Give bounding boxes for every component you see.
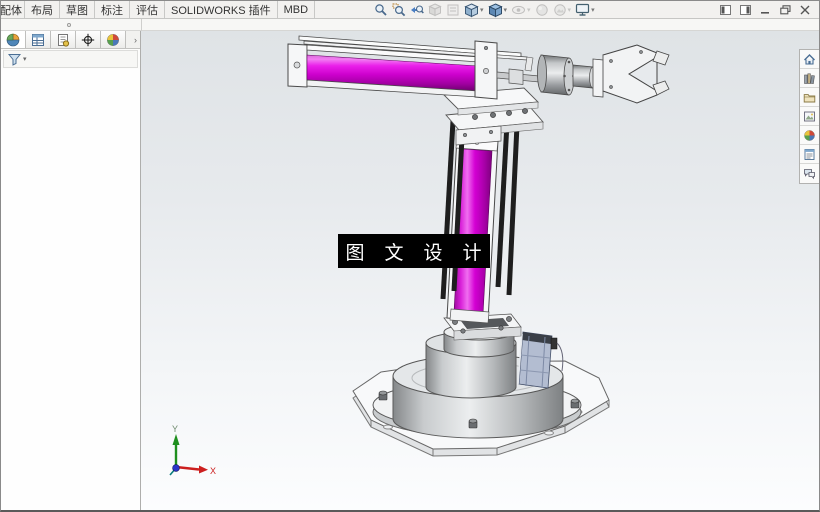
view-orientation-icon[interactable]: ▾: [463, 2, 485, 18]
rotary-actuator[interactable]: [537, 54, 575, 96]
apply-scene-icon: ▾: [552, 2, 573, 18]
property-manager-tab[interactable]: [26, 31, 51, 48]
tab-assembly[interactable]: 配体: [1, 1, 25, 18]
properties-form-icon: [804, 148, 815, 160]
close-button[interactable]: [799, 5, 811, 16]
tab-mbd[interactable]: MBD: [277, 1, 316, 18]
zoom-to-fit-icon[interactable]: [373, 2, 389, 18]
appearance-sphere-icon: [804, 129, 815, 141]
custom-properties-button[interactable]: [800, 145, 819, 164]
tree-filter-bar[interactable]: ▾: [3, 50, 138, 68]
filter-funnel-icon: [8, 53, 21, 66]
watermark-banner: 图 文 设 计: [338, 234, 490, 268]
graphics-viewport[interactable]: Y X 图 文 设 计: [141, 31, 819, 510]
tab-evaluate[interactable]: 评估: [130, 1, 165, 18]
configuration-manager-tab[interactable]: [51, 31, 76, 48]
triad-y-label: Y: [172, 424, 178, 434]
reference-triad: Y X: [169, 424, 216, 476]
dimxpert-manager-tab[interactable]: [76, 31, 101, 48]
filter-dropdown-caret[interactable]: ▾: [23, 55, 27, 63]
tab-solidworks-addins[interactable]: SOLIDWORKS 插件: [165, 1, 278, 18]
view-palette-button[interactable]: [800, 107, 819, 126]
appearances-scenes-button[interactable]: [800, 126, 819, 145]
section-view-icon: [427, 2, 443, 18]
display-style-icon[interactable]: ▾: [487, 2, 509, 18]
manager-panel-tabs: ›: [1, 31, 140, 49]
tab-sketch[interactable]: 草图: [60, 1, 95, 18]
books-icon: [804, 72, 815, 84]
triad-origin: [172, 464, 180, 472]
display-style-dropdown[interactable]: ▾: [504, 7, 508, 14]
command-manager-tabbar: 配体 布局 草图 标注 评估 SOLIDWORKS 插件 MBD ▾ ▾ ▾ ▾…: [1, 1, 819, 19]
view-settings-icon[interactable]: ▾: [574, 2, 596, 18]
forum-bubbles-icon: [804, 169, 815, 180]
solidworks-window: 配体 布局 草图 标注 评估 SOLIDWORKS 插件 MBD ▾ ▾ ▾ ▾…: [0, 0, 820, 512]
view-orientation-dropdown[interactable]: ▾: [480, 7, 484, 14]
headsup-view-toolbar: ▾ ▾ ▾ ▾ ▾: [373, 1, 596, 19]
file-explorer-button[interactable]: [800, 88, 819, 107]
display-manager-tab[interactable]: [101, 31, 126, 48]
view-settings-dropdown[interactable]: ▾: [591, 7, 595, 14]
design-library-button[interactable]: [800, 69, 819, 88]
tab-annotate[interactable]: 标注: [95, 1, 130, 18]
commandmanager-collapsed-strip: [1, 19, 819, 31]
dynamic-annotation-views-icon: [445, 2, 461, 18]
zoom-to-area-icon[interactable]: [391, 2, 407, 18]
panel-tabs-expand-chevron[interactable]: ›: [126, 31, 140, 48]
toolbar-pull-handle[interactable]: [67, 23, 71, 27]
window-controls: [719, 1, 811, 19]
vertical-pneumatic-cylinder[interactable]: [446, 136, 499, 324]
restore-button[interactable]: [779, 5, 791, 16]
pane-toggle-left-icon[interactable]: [719, 5, 731, 16]
folder-icon: [803, 93, 816, 102]
pane-toggle-right-icon[interactable]: [739, 5, 751, 16]
solidworks-forum-button[interactable]: [800, 164, 819, 183]
feature-manager-panel: › ▾: [1, 31, 141, 510]
edit-appearance-icon: [534, 2, 550, 18]
home-icon: [804, 53, 815, 65]
piston-rod[interactable]: [496, 68, 540, 85]
task-pane-strip: [799, 49, 819, 184]
minimize-button[interactable]: [759, 5, 771, 16]
gripper[interactable]: [592, 44, 670, 104]
hide-show-items-icon: ▾: [510, 2, 532, 18]
assembly-model[interactable]: Y X: [141, 31, 819, 510]
tab-layout[interactable]: 布局: [25, 1, 60, 18]
view-palette-icon: [804, 111, 815, 121]
previous-view-icon[interactable]: [409, 2, 425, 18]
feature-tree-area[interactable]: [1, 69, 140, 510]
feature-manager-tab[interactable]: [1, 31, 26, 48]
triad-x-label: X: [210, 466, 216, 476]
solidworks-resources-button[interactable]: [800, 50, 819, 69]
